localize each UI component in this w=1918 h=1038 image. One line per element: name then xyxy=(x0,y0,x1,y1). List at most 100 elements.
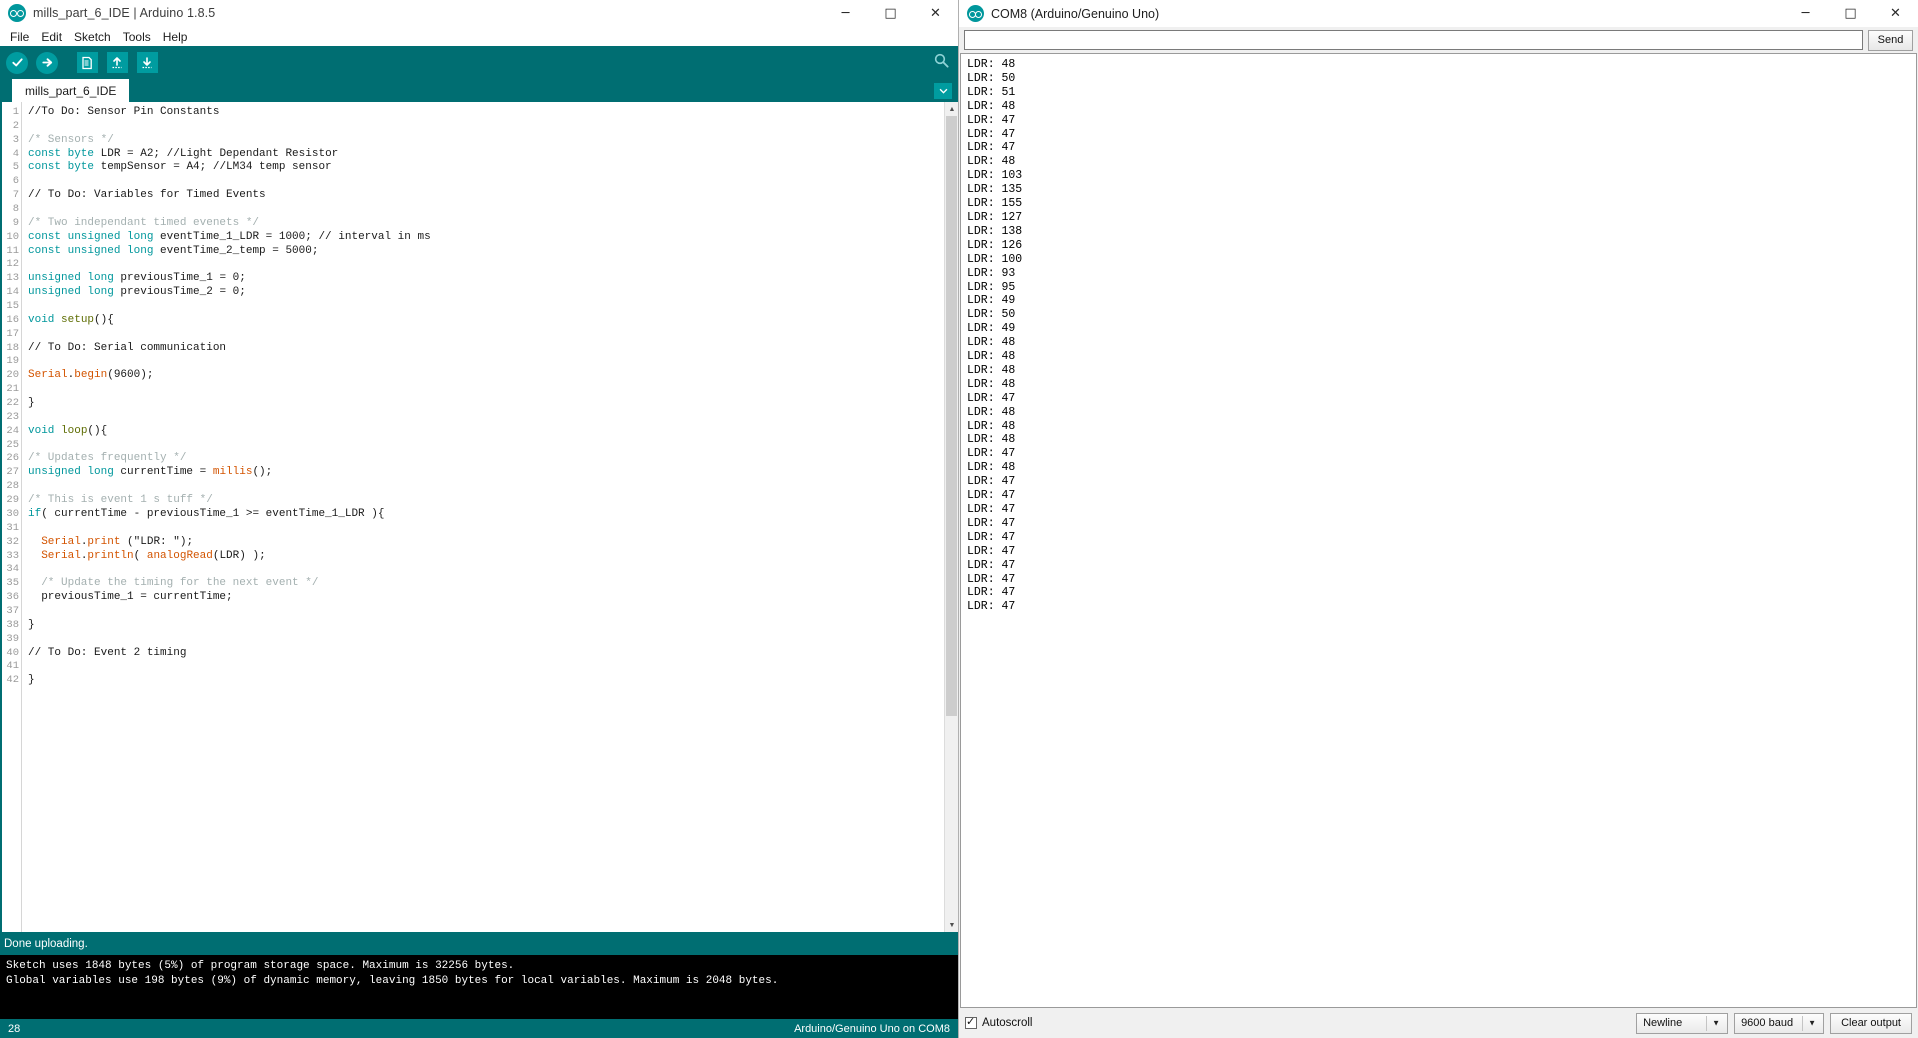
sm-close-button[interactable]: ✕ xyxy=(1873,0,1918,27)
code-text-area[interactable]: //To Do: Sensor Pin Constants /* Sensors… xyxy=(22,102,944,932)
new-sketch-button[interactable] xyxy=(73,49,101,77)
baud-rate-select[interactable]: 9600 baud ▼ xyxy=(1734,1012,1825,1034)
code-line: /* Update the timing for the next event … xyxy=(28,577,319,590)
line-number: 22 xyxy=(6,397,19,410)
save-sketch-button[interactable] xyxy=(133,49,161,77)
editor-scrollbar[interactable]: ▲ ▼ xyxy=(944,102,958,932)
code-line: unsigned long previousTime_1 = 0; xyxy=(28,272,246,285)
scrollbar-thumb[interactable] xyxy=(946,116,957,716)
code-line: // To Do: Variables for Timed Events xyxy=(28,189,266,202)
serial-output-line: LDR: 47 xyxy=(967,141,1016,155)
scroll-up-arrow-icon[interactable]: ▲ xyxy=(945,102,958,116)
line-number: 17 xyxy=(6,327,19,340)
send-button[interactable]: Send xyxy=(1868,29,1913,51)
code-line: const byte tempSensor = A4; //LM34 temp … xyxy=(28,161,332,174)
serial-output-line: LDR: 48 xyxy=(967,350,1016,364)
upload-button[interactable] xyxy=(33,49,61,77)
sm-minimize-button[interactable]: ─ xyxy=(1783,0,1828,27)
line-number: 32 xyxy=(6,535,19,548)
menu-file[interactable]: File xyxy=(4,29,35,45)
menu-sketch[interactable]: Sketch xyxy=(68,29,117,45)
serial-output-line: LDR: 47 xyxy=(967,113,1016,127)
code-line: // To Do: Serial communication xyxy=(28,341,227,354)
line-number: 29 xyxy=(6,494,19,507)
sketch-tab[interactable]: mills_part_6_IDE xyxy=(12,79,130,102)
code-editor[interactable]: 1 2 3 4 5 6 7 8 9 10 11 12 13 14 15 16 17 18 19 20 21 22 23 24 2… xyxy=(0,102,958,932)
code-line: void loop(){ xyxy=(28,424,108,437)
line-number: 21 xyxy=(6,383,19,396)
serial-send-input[interactable] xyxy=(964,30,1863,50)
ide-window-title: mills_part_6_IDE | Arduino 1.8.5 xyxy=(33,6,216,20)
line-ending-select[interactable]: Newline ▼ xyxy=(1636,1012,1729,1034)
line-number: 16 xyxy=(6,313,19,326)
menu-edit[interactable]: Edit xyxy=(35,29,68,45)
code-line: /* Two independant timed evenets */ xyxy=(28,216,260,229)
serial-output-line: LDR: 47 xyxy=(967,600,1016,614)
line-number: 7 xyxy=(12,189,19,202)
ide-menubar: File Edit Sketch Tools Help xyxy=(0,27,958,46)
menu-tools[interactable]: Tools xyxy=(117,29,157,45)
save-down-arrow-icon xyxy=(136,52,158,73)
ide-toolbar xyxy=(0,46,958,79)
arduino-ide-window: mills_part_6_IDE | Arduino 1.8.5 ─ □ ✕ F… xyxy=(0,0,958,1038)
clear-output-button[interactable]: Clear output xyxy=(1830,1012,1912,1034)
line-number: 12 xyxy=(6,258,19,271)
line-number: 25 xyxy=(6,438,19,451)
line-number-gutter: 1 2 3 4 5 6 7 8 9 10 11 12 13 14 15 16 17 18 19 20 21 22 23 24 2… xyxy=(2,102,22,932)
code-line: Serial.begin(9600); xyxy=(28,369,154,382)
serial-output-line: LDR: 47 xyxy=(967,516,1016,530)
verify-button[interactable] xyxy=(3,49,31,77)
line-number: 33 xyxy=(6,549,19,562)
sm-maximize-button[interactable]: □ xyxy=(1828,0,1873,27)
ide-close-button[interactable]: ✕ xyxy=(913,0,958,27)
serial-output-line: LDR: 48 xyxy=(967,461,1016,475)
line-number: 2 xyxy=(12,119,19,132)
ide-minimize-button[interactable]: ─ xyxy=(823,0,868,27)
serial-output-line: LDR: 49 xyxy=(967,322,1016,336)
code-line: } xyxy=(28,618,35,631)
autoscroll-checkbox[interactable]: Autoscroll xyxy=(965,1015,1033,1029)
line-number: 40 xyxy=(6,646,19,659)
chevron-down-icon: ▼ xyxy=(1712,1018,1721,1028)
ide-maximize-button[interactable]: □ xyxy=(868,0,913,27)
line-number: 14 xyxy=(6,286,19,299)
ide-window-controls: ─ □ ✕ xyxy=(823,0,958,27)
serial-output-line: LDR: 47 xyxy=(967,489,1016,503)
serial-monitor-button[interactable] xyxy=(933,52,950,74)
code-line: unsigned long previousTime_2 = 0; xyxy=(28,286,246,299)
serial-output-line: LDR: 48 xyxy=(967,155,1016,169)
serial-monitor-title: COM8 (Arduino/Genuino Uno) xyxy=(991,6,1160,21)
line-number: 3 xyxy=(12,133,19,146)
line-number: 23 xyxy=(6,410,19,423)
code-line: //To Do: Sensor Pin Constants xyxy=(28,106,220,118)
line-number: 9 xyxy=(12,216,19,229)
serial-output-line: LDR: 48 xyxy=(967,336,1016,350)
line-number: 15 xyxy=(6,300,19,313)
line-number: 6 xyxy=(12,175,19,188)
chevron-down-icon[interactable] xyxy=(934,83,952,99)
scroll-down-arrow-icon[interactable]: ▼ xyxy=(945,918,958,932)
serial-monitor-magnifier-icon xyxy=(934,53,949,68)
serial-output-line: LDR: 47 xyxy=(967,503,1016,516)
menu-help[interactable]: Help xyxy=(157,29,194,45)
serial-output-line: LDR: 48 xyxy=(967,99,1016,113)
serial-output-line: LDR: 100 xyxy=(967,252,1023,266)
serial-output-line: LDR: 48 xyxy=(967,363,1016,377)
code-line: if( currentTime - previousTime_1 >= even… xyxy=(28,507,385,520)
select-divider xyxy=(1706,1015,1708,1031)
console-line: Sketch uses 1848 bytes (5%) of program s… xyxy=(6,960,515,972)
open-sketch-button[interactable] xyxy=(103,49,131,77)
serial-output-line: LDR: 138 xyxy=(967,224,1023,238)
arduino-logo-icon xyxy=(8,4,26,22)
line-number: 36 xyxy=(6,591,19,604)
checkbox-checked-icon[interactable] xyxy=(965,1015,977,1029)
serial-output-pane: LDR: 48 LDR: 50 LDR: 51 LDR: 48 LDR: 47 LDR: … xyxy=(960,53,1917,1008)
